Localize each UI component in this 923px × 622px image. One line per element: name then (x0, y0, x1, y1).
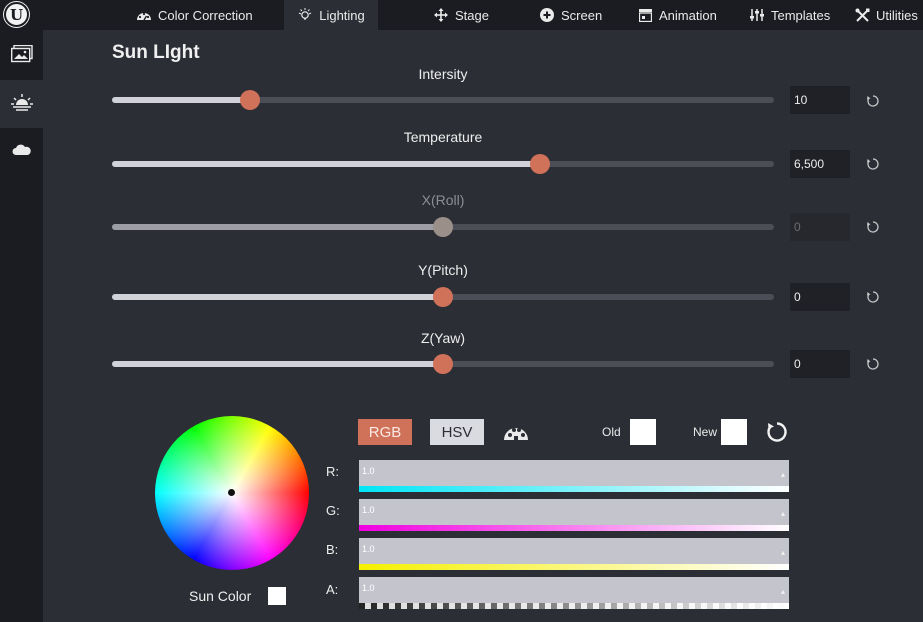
tools-icon (854, 7, 870, 23)
intensity-value-field[interactable]: 10 (790, 86, 850, 114)
pitch-slider[interactable] (112, 287, 774, 307)
left-sidebar (0, 30, 43, 622)
slider-thumb (433, 217, 453, 237)
roll-value-field: 0 (790, 213, 850, 241)
slider-label-pitch: Y(Pitch) (418, 262, 468, 278)
channel-value: 1.0 (362, 544, 375, 554)
clapperboard-icon (637, 7, 653, 23)
slider-thumb[interactable] (530, 154, 551, 174)
tab-lighting[interactable]: Lighting (284, 0, 378, 30)
tab-animation[interactable]: Animation (637, 0, 717, 30)
color-reset-icon[interactable] (765, 420, 789, 444)
channel-value: 1.0 (362, 505, 375, 515)
green-channel-slider[interactable]: 1.0 ▴ (359, 499, 789, 531)
reset-icon[interactable] (866, 220, 880, 234)
channel-label-a: A: (326, 582, 339, 597)
resize-grip-icon: ▴ (780, 470, 785, 479)
slider-label-intensity: Intersity (418, 66, 468, 82)
intensity-slider[interactable] (112, 90, 774, 110)
channel-label-b: B: (326, 542, 339, 557)
tab-templates[interactable]: Templates (749, 0, 830, 30)
tab-label: Stage (455, 7, 489, 23)
blue-channel-slider[interactable]: 1.0 ▴ (359, 538, 789, 570)
tab-color-correction[interactable]: Color Correction (136, 0, 253, 30)
temperature-slider[interactable] (112, 154, 774, 174)
cloud-icon (12, 143, 32, 161)
sidebar-item-images[interactable] (0, 32, 43, 80)
tab-label: Templates (771, 7, 831, 23)
roll-slider (112, 217, 774, 237)
yaw-slider[interactable] (112, 354, 774, 374)
alpha-channel-slider[interactable]: 1.0 ▴ (359, 577, 789, 609)
tab-label: Animation (659, 7, 717, 23)
rgb-mode-button[interactable]: RGB (358, 419, 412, 445)
reset-icon[interactable] (866, 357, 880, 371)
move-arrows-icon (433, 7, 449, 23)
resize-grip-icon: ▴ (780, 548, 785, 557)
yaw-value-field[interactable]: 0 (790, 350, 850, 378)
top-tab-bar: U Color Correction Lighting Stage Screen… (0, 0, 923, 30)
channel-label-r: R: (326, 464, 339, 479)
channel-value: 1.0 (362, 466, 375, 476)
resize-grip-icon: ▴ (780, 587, 785, 596)
lightbulb-icon (297, 7, 313, 23)
resize-grip-icon: ▴ (780, 509, 785, 518)
old-color-swatch[interactable] (630, 419, 656, 445)
new-color-label: New (693, 425, 718, 439)
plus-circle-icon (539, 7, 555, 23)
channel-value: 1.0 (362, 583, 375, 593)
sidebar-item-clouds[interactable] (0, 128, 43, 176)
reset-icon[interactable] (866, 290, 880, 304)
tab-label: Utilities (876, 7, 918, 23)
hsv-mode-button[interactable]: HSV (430, 419, 484, 445)
tab-label: Color Correction (158, 7, 253, 23)
reset-icon[interactable] (866, 157, 880, 171)
color-palette-icon[interactable] (502, 420, 530, 444)
tab-label: Lighting (319, 7, 365, 23)
tab-stage[interactable]: Stage (433, 0, 489, 30)
page-title: Sun LIght (112, 42, 200, 63)
slider-label-roll: X(Roll) (421, 192, 465, 208)
tab-screen[interactable]: Screen (539, 0, 602, 30)
unreal-logo-icon: U (4, 2, 29, 27)
gauge-icon (136, 7, 152, 23)
sun-color-swatch[interactable] (268, 587, 286, 605)
slider-thumb[interactable] (433, 287, 453, 307)
sun-color-label: Sun Color (189, 588, 252, 604)
temperature-value-field[interactable]: 6,500 (790, 150, 850, 178)
slider-thumb[interactable] (433, 354, 453, 374)
new-color-swatch[interactable] (721, 419, 747, 445)
slider-thumb[interactable] (240, 90, 261, 110)
color-wheel-cursor[interactable] (228, 489, 235, 496)
tab-label: Screen (561, 7, 603, 23)
pitch-value-field[interactable]: 0 (790, 283, 850, 311)
sliders-icon (749, 7, 765, 23)
channel-label-g: G: (326, 503, 340, 518)
old-color-label: Old (602, 425, 621, 439)
red-channel-slider[interactable]: 1.0 ▴ (359, 460, 789, 492)
slider-label-temperature: Temperature (403, 129, 483, 145)
tab-utilities[interactable]: Utilities (854, 0, 918, 30)
image-gallery-icon (10, 44, 33, 68)
sidebar-item-sun-light[interactable] (0, 80, 43, 128)
slider-label-yaw: Z(Yaw) (420, 330, 466, 346)
reset-icon[interactable] (866, 94, 880, 108)
sunrise-icon (10, 93, 33, 116)
